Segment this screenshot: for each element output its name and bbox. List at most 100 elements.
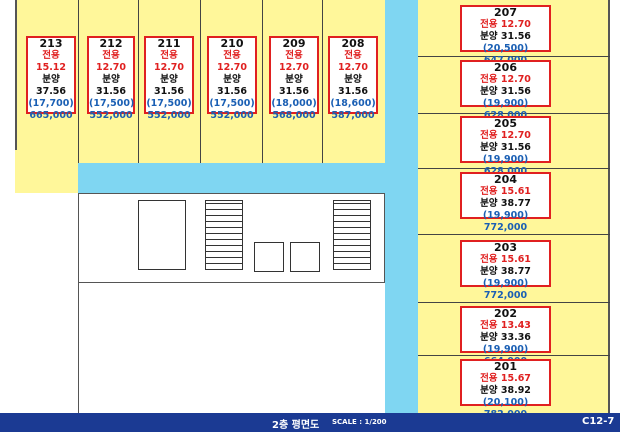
corridor-vertical [385,0,418,413]
unit-label: 212 전용 12.70 분양 31.56 (17,500) 552,000 [87,36,135,121]
divider [418,302,610,303]
exclusive-area: 12.70 [337,62,369,73]
unit-price: (18,000) [271,98,317,109]
divider [200,0,201,163]
total-price: 568,000 [272,110,316,121]
unit-price: (19,900) [482,154,529,165]
exclusive-area: 15.12 [35,62,67,73]
corridor-horizontal [78,163,418,193]
unit-label: 206 전용 12.70 분양 31.56 (19,900) 628,000 [460,60,551,121]
exclusive-area: 12.70 [153,62,185,73]
unit-number: 202 [494,307,517,320]
unit-price: (17,500) [89,98,135,109]
supply-label: 분양 [480,385,498,396]
exclusive-area: 13.43 [500,320,531,331]
supply-area: 31.56 [153,86,185,97]
drawing-title: 2층 평면도 [272,420,320,431]
stair [205,200,243,270]
exclusive-label: 전용 [285,50,303,61]
supply-label: 분양 [480,266,498,277]
unit-number: 206 [494,61,517,74]
supply-area: 38.92 [500,385,531,396]
supply-area: 31.56 [500,31,531,42]
exclusive-label: 전용 [223,50,241,61]
stair [333,200,371,270]
total-price: 552,000 [210,110,254,121]
unit-price: (19,900) [482,344,529,355]
unit-price: (19,900) [482,278,529,289]
exclusive-area: 12.70 [500,130,531,141]
supply-label: 분양 [480,31,498,42]
supply-area: 38.77 [500,198,531,209]
supply-label: 분양 [480,198,498,209]
supply-area: 31.56 [95,86,127,97]
exclusive-area: 15.61 [500,254,531,265]
drawing-scale: SCALE : 1/200 [332,418,387,426]
supply-label: 분양 [480,332,498,343]
exclusive-label: 전용 [344,50,362,61]
unit-label: 213 전용 15.12 분양 37.56 (17,700) 665,000 [26,36,76,121]
unit-number: 201 [494,360,517,373]
unit-number: 209 [282,37,306,50]
restroom [138,200,186,270]
drawing-code: C12-7 [582,416,615,427]
unit-price: (17,700) [28,98,74,109]
lower-area [78,283,385,413]
supply-area: 31.56 [337,86,369,97]
exclusive-label: 전용 [480,19,498,30]
unit-price: (17,500) [146,98,192,109]
total-price: 772,000 [483,290,528,301]
exclusive-label: 전용 [480,254,498,265]
unit-label: 201 전용 15.67 분양 38.92 (20,100) 782,000 [460,359,551,420]
divider [418,234,610,235]
supply-label: 분양 [344,74,362,85]
unit-number: 210 [220,37,244,50]
exclusive-label: 전용 [480,320,498,331]
unit-price: (20,100) [482,397,529,408]
unit-label: 204 전용 15.61 분양 38.77 (19,900) 772,000 [460,172,551,233]
unit-label: 209 전용 12.70 분양 31.56 (18,000) 568,000 [269,36,319,121]
supply-label: 분양 [223,74,241,85]
unit-number: 211 [157,37,181,50]
exclusive-area: 15.61 [500,186,531,197]
supply-label: 분양 [480,142,498,153]
unit-number: 213 [39,37,63,50]
total-price: 587,000 [331,110,375,121]
supply-label: 분양 [102,74,120,85]
unit-label: 211 전용 12.70 분양 31.56 (17,500) 552,000 [144,36,194,121]
total-price: 552,000 [147,110,191,121]
supply-label: 분양 [480,86,498,97]
exclusive-label: 전용 [160,50,178,61]
unit-price: (17,500) [209,98,255,109]
total-price: 665,000 [29,110,73,121]
exclusive-label: 전용 [42,50,60,61]
exclusive-area: 12.70 [216,62,248,73]
supply-label: 분양 [42,74,60,85]
supply-area: 31.56 [278,86,310,97]
total-price: 552,000 [89,110,133,121]
exclusive-area: 12.70 [95,62,127,73]
unit-number: 208 [341,37,365,50]
unit-number: 212 [99,37,123,50]
supply-area: 31.56 [500,86,531,97]
left-strip [15,150,78,193]
elevator [254,242,284,272]
divider [262,0,263,163]
supply-area: 38.77 [500,266,531,277]
exclusive-area: 12.70 [278,62,310,73]
exclusive-area: 12.70 [500,74,531,85]
supply-area: 31.56 [216,86,248,97]
supply-area: 37.56 [35,86,67,97]
exclusive-label: 전용 [480,74,498,85]
unit-price: (20,500) [482,43,529,54]
exclusive-label: 전용 [102,50,120,61]
supply-area: 33.36 [500,332,531,343]
unit-number: 203 [494,241,517,254]
divider [138,0,139,163]
supply-label: 분양 [285,74,303,85]
unit-label: 202 전용 13.43 분양 33.36 (19,900) 664,000 [460,306,551,367]
unit-price: (18,600) [330,98,376,109]
divider [78,0,79,163]
exclusive-label: 전용 [480,130,498,141]
unit-label: 203 전용 15.61 분양 38.77 (19,900) 772,000 [460,240,551,301]
